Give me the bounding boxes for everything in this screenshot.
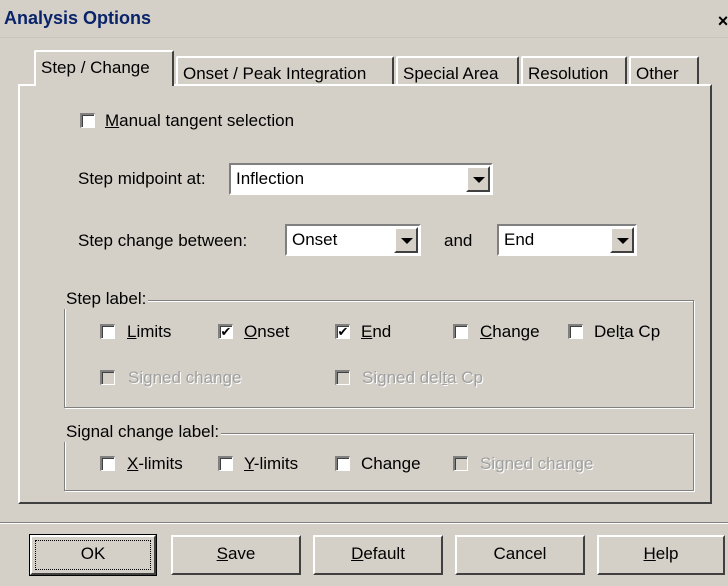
tab-label: Resolution (528, 64, 609, 83)
check-mark-icon: ✔ (220, 324, 232, 339)
step-change-from-value: Onset (292, 230, 338, 249)
limits-label: Limits (127, 322, 172, 341)
signal-signed-change-label: Signed change (480, 454, 594, 473)
tab-special-area[interactable]: Special Area (396, 56, 519, 86)
step-label-group (64, 300, 694, 408)
default-button-label: Default (351, 544, 405, 563)
tab-onset-peak-integration[interactable]: Onset / Peak Integration (176, 56, 394, 86)
onset-checkbox[interactable]: ✔ (218, 324, 233, 339)
close-button[interactable]: × (712, 10, 728, 32)
x-limits-checkbox[interactable] (100, 456, 115, 471)
chevron-down-icon[interactable] (394, 227, 418, 253)
manual-tangent-label: Manual tangent selection (105, 111, 295, 130)
signal-change-group-title: Signal change label: (64, 422, 222, 442)
step-midpoint-select[interactable]: Inflection (229, 163, 493, 195)
title-bar: Analysis Options × (0, 0, 728, 38)
step-change-to-select[interactable]: End (497, 224, 637, 256)
help-button-label: Help (643, 544, 679, 563)
chevron-down-icon[interactable] (610, 227, 634, 253)
tab-label: Onset / Peak Integration (183, 64, 367, 83)
tab-step-change[interactable]: Step / Change (34, 50, 174, 86)
signal-signed-change-checkbox[interactable] (453, 456, 468, 471)
ok-button[interactable]: OK (29, 534, 157, 576)
manual-tangent-checkbox[interactable] (80, 113, 95, 128)
window-title: Analysis Options (4, 8, 152, 28)
save-button-label: Save (216, 544, 256, 563)
cancel-button[interactable]: Cancel (455, 535, 585, 575)
default-button[interactable]: Default (313, 535, 443, 575)
tab-label: Special Area (403, 64, 499, 83)
step-label-group-title: Step label: (64, 289, 149, 309)
change-label: Change (480, 322, 540, 341)
y-limits-label: Y-limits (244, 454, 299, 473)
signal-change-checkbox-label: Change (361, 454, 421, 473)
signed-delta-cp-label: Signed delta Cp (362, 368, 483, 387)
end-checkbox[interactable]: ✔ (335, 324, 350, 339)
and-label: and (444, 231, 473, 250)
step-midpoint-value: Inflection (236, 169, 305, 188)
save-button[interactable]: Save (171, 535, 301, 575)
signed-change-label: Signed change (128, 368, 242, 387)
step-midpoint-label: Step midpoint at: (78, 169, 206, 188)
y-limits-checkbox[interactable] (218, 456, 233, 471)
step-change-from-select[interactable]: Onset (285, 224, 421, 256)
tab-label: Other (636, 64, 679, 83)
separator (0, 522, 728, 524)
tab-resolution[interactable]: Resolution (521, 56, 627, 86)
change-checkbox[interactable] (453, 324, 468, 339)
tab-label: Step / Change (41, 58, 150, 77)
signal-change-checkbox[interactable] (335, 456, 350, 471)
limits-checkbox[interactable] (100, 324, 115, 339)
signed-change-checkbox[interactable] (100, 370, 115, 385)
tab-other[interactable]: Other (629, 56, 699, 86)
signed-delta-cp-checkbox[interactable] (335, 370, 350, 385)
cancel-button-label: Cancel (493, 544, 547, 563)
delta-cp-label: Delta Cp (594, 322, 661, 341)
end-label: End (361, 322, 392, 341)
step-change-to-value: End (504, 230, 535, 249)
onset-label: Onset (244, 322, 290, 341)
x-limits-label: X-limits (127, 454, 183, 473)
focus-rect (35, 540, 151, 570)
step-change-label: Step change between: (78, 231, 248, 250)
delta-cp-checkbox[interactable] (568, 324, 583, 339)
check-mark-icon: ✔ (337, 324, 349, 339)
chevron-down-icon[interactable] (466, 166, 490, 192)
help-button[interactable]: Help (597, 535, 725, 575)
